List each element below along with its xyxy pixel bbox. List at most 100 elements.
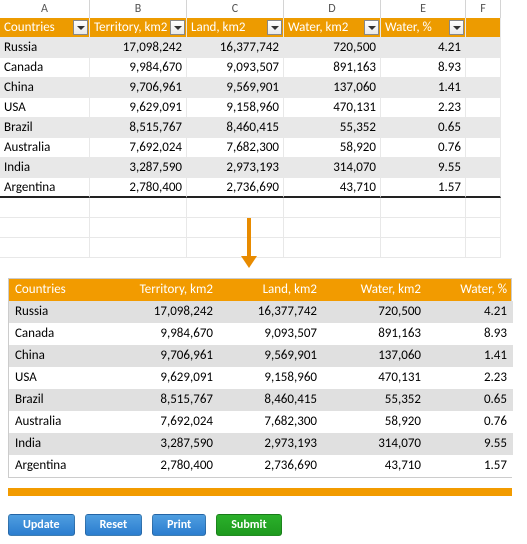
update-button[interactable]: Update [8, 514, 75, 536]
cell-water[interactable]: 58,920 [284, 138, 381, 158]
col-header[interactable]: D [284, 0, 381, 19]
pcell-territory: 2,780,400 [99, 455, 219, 477]
cell-land[interactable]: 9,093,507 [187, 58, 284, 78]
cell-land[interactable]: 2,973,193 [187, 158, 284, 178]
cell-land[interactable]: 16,377,742 [187, 38, 284, 58]
col-header[interactable]: A [0, 0, 90, 19]
pcell-territory: 9,629,091 [99, 367, 219, 389]
cell-waterpct[interactable]: 9.55 [381, 158, 466, 178]
cell-land[interactable]: 9,158,960 [187, 98, 284, 118]
pcell-water: 314,070 [323, 433, 427, 455]
pcell-territory: 7,692,024 [99, 411, 219, 433]
reset-button[interactable]: Reset [85, 514, 143, 536]
cell-water[interactable]: 55,352 [284, 118, 381, 138]
cell-country[interactable]: Argentina [0, 178, 90, 198]
th-land[interactable]: Land, km2 [187, 18, 284, 38]
cell-country[interactable]: Australia [0, 138, 90, 158]
empty-cell[interactable] [466, 78, 501, 98]
cell-territory[interactable]: 9,629,091 [90, 98, 187, 118]
th-water[interactable]: Water, km2 [284, 18, 381, 38]
cell-territory[interactable]: 17,098,242 [90, 38, 187, 58]
table-row: USA9,629,0919,158,960470,1312.23 [0, 98, 527, 118]
excel-header-row: Countries Territory, km2 Land, km2 Water… [0, 18, 527, 38]
pcell-land: 8,460,415 [219, 389, 323, 411]
cell-country[interactable]: Canada [0, 58, 90, 78]
preview-row: Argentina2,780,4002,736,69043,7101.57 [9, 455, 511, 477]
cell-territory[interactable]: 2,780,400 [90, 178, 187, 198]
preview-row: India3,287,5902,973,193314,0709.55 [9, 433, 511, 455]
pth-land: Land, km2 [219, 279, 323, 299]
filter-icon[interactable] [170, 20, 185, 35]
cell-territory[interactable]: 9,984,670 [90, 58, 187, 78]
pcell-territory: 8,515,767 [99, 389, 219, 411]
column-headers: A B C D E F [0, 0, 527, 18]
empty-cell[interactable] [466, 58, 501, 78]
cell-land[interactable]: 8,460,415 [187, 118, 284, 138]
filter-icon[interactable] [267, 20, 282, 35]
filter-icon[interactable] [449, 20, 464, 35]
pcell-country: Brazil [9, 389, 99, 411]
preview-row: Russia17,098,24216,377,742720,5004.21 [9, 301, 511, 323]
pcell-land: 2,973,193 [219, 433, 323, 455]
cell-country[interactable]: India [0, 158, 90, 178]
col-header[interactable]: C [187, 0, 284, 19]
pth-territory: Territory, km2 [99, 279, 219, 299]
cell-land[interactable]: 9,569,901 [187, 78, 284, 98]
cell-water[interactable]: 43,710 [284, 178, 381, 198]
cell-country[interactable]: Brazil [0, 118, 90, 138]
empty-cell[interactable] [466, 178, 501, 198]
col-header[interactable]: E [381, 0, 466, 19]
th-countries[interactable]: Countries [0, 18, 90, 38]
pcell-waterpct: 1.41 [427, 345, 513, 367]
print-button[interactable]: Print [152, 514, 206, 536]
table-row: India3,287,5902,973,193314,0709.55 [0, 158, 527, 178]
submit-button[interactable]: Submit [216, 514, 281, 536]
empty-cell[interactable] [466, 98, 501, 118]
pcell-waterpct: 9.55 [427, 433, 513, 455]
pcell-water: 470,131 [323, 367, 427, 389]
cell-water[interactable]: 137,060 [284, 78, 381, 98]
cell-waterpct[interactable]: 8.93 [381, 58, 466, 78]
cell-waterpct[interactable]: 4.21 [381, 38, 466, 58]
cell-waterpct[interactable]: 0.65 [381, 118, 466, 138]
empty-cell[interactable] [466, 158, 501, 178]
pcell-land: 9,569,901 [219, 345, 323, 367]
cell-country[interactable]: USA [0, 98, 90, 118]
cell-country[interactable]: China [0, 78, 90, 98]
filter-icon[interactable] [73, 20, 88, 35]
table-row: Australia7,692,0247,682,30058,9200.76 [0, 138, 527, 158]
cell-territory[interactable]: 8,515,767 [90, 118, 187, 138]
cell-land[interactable]: 7,682,300 [187, 138, 284, 158]
pcell-territory: 9,706,961 [99, 345, 219, 367]
cell-water[interactable]: 720,500 [284, 38, 381, 58]
empty-cell[interactable] [466, 118, 501, 138]
cell-waterpct[interactable]: 1.57 [381, 178, 466, 198]
pcell-land: 16,377,742 [219, 301, 323, 323]
cell-waterpct[interactable]: 2.23 [381, 98, 466, 118]
pcell-land: 9,158,960 [219, 367, 323, 389]
th-territory[interactable]: Territory, km2 [90, 18, 187, 38]
cell-territory[interactable]: 7,692,024 [90, 138, 187, 158]
cell-land[interactable]: 2,736,690 [187, 178, 284, 198]
empty-cell[interactable] [466, 38, 501, 58]
empty-cell[interactable] [466, 18, 501, 38]
cell-country[interactable]: Russia [0, 38, 90, 58]
th-waterpct[interactable]: Water, % [381, 18, 466, 38]
cell-waterpct[interactable]: 0.76 [381, 138, 466, 158]
preview-table: Countries Territory, km2 Land, km2 Water… [8, 278, 512, 478]
pcell-territory: 9,984,670 [99, 323, 219, 345]
filter-icon[interactable] [364, 20, 379, 35]
cell-territory[interactable]: 3,287,590 [90, 158, 187, 178]
empty-cell[interactable] [466, 138, 501, 158]
cell-water[interactable]: 314,070 [284, 158, 381, 178]
cell-territory[interactable]: 9,706,961 [90, 78, 187, 98]
cell-waterpct[interactable]: 1.41 [381, 78, 466, 98]
col-header[interactable]: B [90, 0, 187, 19]
table-row: China9,706,9619,569,901137,0601.41 [0, 78, 527, 98]
preview-row: USA9,629,0919,158,960470,1312.23 [9, 367, 511, 389]
pcell-waterpct: 1.57 [427, 455, 513, 477]
cell-water[interactable]: 891,163 [284, 58, 381, 78]
pcell-country: Australia [9, 411, 99, 433]
cell-water[interactable]: 470,131 [284, 98, 381, 118]
col-header[interactable]: F [466, 0, 501, 19]
